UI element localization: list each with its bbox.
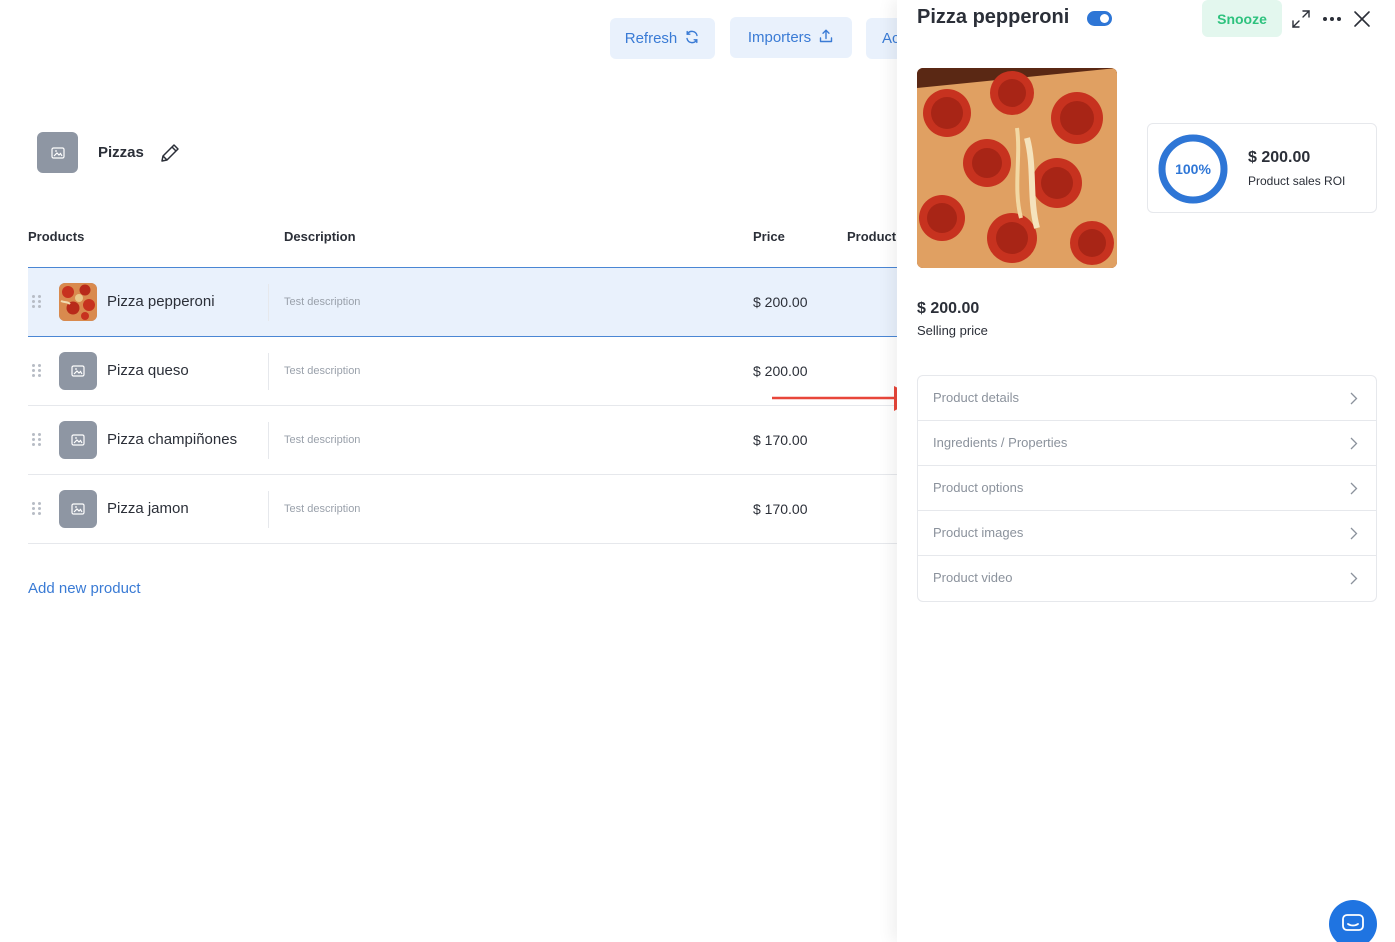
chat-icon[interactable] bbox=[1329, 900, 1377, 942]
category-title: Pizzas bbox=[98, 144, 144, 161]
drag-handle-icon[interactable] bbox=[32, 433, 42, 447]
chevron-right-icon bbox=[1350, 527, 1358, 540]
product-description: Test description bbox=[284, 503, 361, 515]
product-price: $ 170.00 bbox=[753, 432, 808, 448]
close-icon[interactable] bbox=[1350, 7, 1374, 31]
menu-item-product-video[interactable]: Product video bbox=[918, 556, 1376, 601]
product-drawer: Pizza pepperoni Snooze 100% $ 200.00 Pro… bbox=[897, 0, 1395, 942]
product-menu: Product details Ingredients / Properties… bbox=[917, 375, 1377, 602]
roi-value: $ 200.00 bbox=[1248, 149, 1311, 166]
column-header-description[interactable]: Description bbox=[284, 229, 356, 244]
category-header: Pizzas bbox=[37, 132, 182, 173]
column-header-price[interactable]: Price bbox=[753, 229, 785, 244]
drawer-title: Pizza pepperoni bbox=[917, 6, 1070, 28]
product-description: Test description bbox=[284, 296, 361, 308]
expand-icon[interactable] bbox=[1289, 7, 1313, 31]
product-name: Pizza queso bbox=[107, 362, 189, 379]
table-row[interactable]: Pizza champiñones Test description $ 170… bbox=[28, 406, 898, 475]
product-name: Pizza pepperoni bbox=[107, 293, 215, 310]
table-row[interactable]: Pizza pepperoni Test description $ 200.0… bbox=[28, 267, 898, 337]
product-name: Pizza jamon bbox=[107, 500, 189, 517]
edit-category-button[interactable] bbox=[158, 141, 182, 165]
add-new-product-link[interactable]: Add new product bbox=[28, 580, 141, 597]
image-placeholder-icon bbox=[71, 365, 85, 377]
product-price: $ 170.00 bbox=[753, 501, 808, 517]
chevron-right-icon bbox=[1350, 392, 1358, 405]
menu-item-product-details[interactable]: Product details bbox=[918, 376, 1376, 421]
chevron-right-icon bbox=[1350, 437, 1358, 450]
more-icon[interactable] bbox=[1320, 7, 1344, 31]
column-header-product[interactable]: Product bbox=[847, 229, 896, 244]
menu-item-ingredients-properties[interactable]: Ingredients / Properties bbox=[918, 421, 1376, 466]
upload-icon bbox=[818, 28, 834, 48]
importers-button[interactable]: Importers bbox=[730, 17, 852, 58]
product-price: $ 200.00 bbox=[753, 294, 808, 310]
product-thumbnail bbox=[59, 352, 97, 390]
product-image[interactable] bbox=[917, 68, 1117, 268]
table-row[interactable]: Pizza jamon Test description $ 170.00 bbox=[28, 475, 898, 544]
menu-item-product-images[interactable]: Product images bbox=[918, 511, 1376, 556]
active-toggle[interactable] bbox=[1087, 11, 1112, 26]
refresh-button[interactable]: Refresh bbox=[610, 18, 715, 59]
product-description: Test description bbox=[284, 434, 361, 446]
column-header-products[interactable]: Products bbox=[28, 229, 84, 244]
roi-percent: 100% bbox=[1175, 161, 1211, 177]
refresh-label: Refresh bbox=[624, 30, 678, 47]
roi-card: 100% $ 200.00 Product sales ROI bbox=[1147, 123, 1377, 213]
image-placeholder-icon bbox=[50, 146, 65, 159]
product-thumbnail bbox=[59, 283, 97, 321]
drag-handle-icon[interactable] bbox=[32, 502, 42, 516]
menu-item-label: Product details bbox=[933, 390, 1019, 405]
pencil-icon bbox=[161, 143, 179, 162]
selling-price-value: $ 200.00 bbox=[917, 300, 980, 317]
product-thumbnail bbox=[59, 421, 97, 459]
menu-item-label: Product options bbox=[933, 480, 1024, 495]
table-row[interactable]: Pizza queso Test description $ 200.00 bbox=[28, 337, 898, 406]
product-name: Pizza champiñones bbox=[107, 431, 238, 448]
image-placeholder-icon bbox=[71, 434, 85, 446]
chevron-right-icon bbox=[1350, 572, 1358, 585]
drag-handle-icon[interactable] bbox=[32, 295, 42, 309]
snooze-button[interactable]: Snooze bbox=[1202, 0, 1282, 37]
product-description: Test description bbox=[284, 365, 361, 377]
roi-label: Product sales ROI bbox=[1248, 174, 1346, 188]
selling-price-label: Selling price bbox=[917, 323, 988, 338]
menu-item-label: Product images bbox=[933, 525, 1024, 540]
refresh-icon bbox=[684, 29, 700, 49]
importers-label: Importers bbox=[747, 29, 812, 46]
divider bbox=[268, 284, 269, 321]
product-table: Pizza pepperoni Test description $ 200.0… bbox=[28, 267, 898, 544]
drag-handle-icon[interactable] bbox=[32, 364, 42, 378]
image-placeholder-icon bbox=[71, 503, 85, 515]
product-thumbnail bbox=[59, 490, 97, 528]
products-page: Refresh Importers Ac Pizzas Products Des… bbox=[0, 0, 1395, 942]
chevron-right-icon bbox=[1350, 482, 1358, 495]
menu-item-label: Product video bbox=[933, 570, 1013, 585]
menu-item-product-options[interactable]: Product options bbox=[918, 466, 1376, 511]
divider bbox=[268, 422, 269, 459]
divider bbox=[268, 491, 269, 528]
category-image[interactable] bbox=[37, 132, 78, 173]
divider bbox=[268, 353, 269, 390]
menu-item-label: Ingredients / Properties bbox=[933, 435, 1068, 450]
